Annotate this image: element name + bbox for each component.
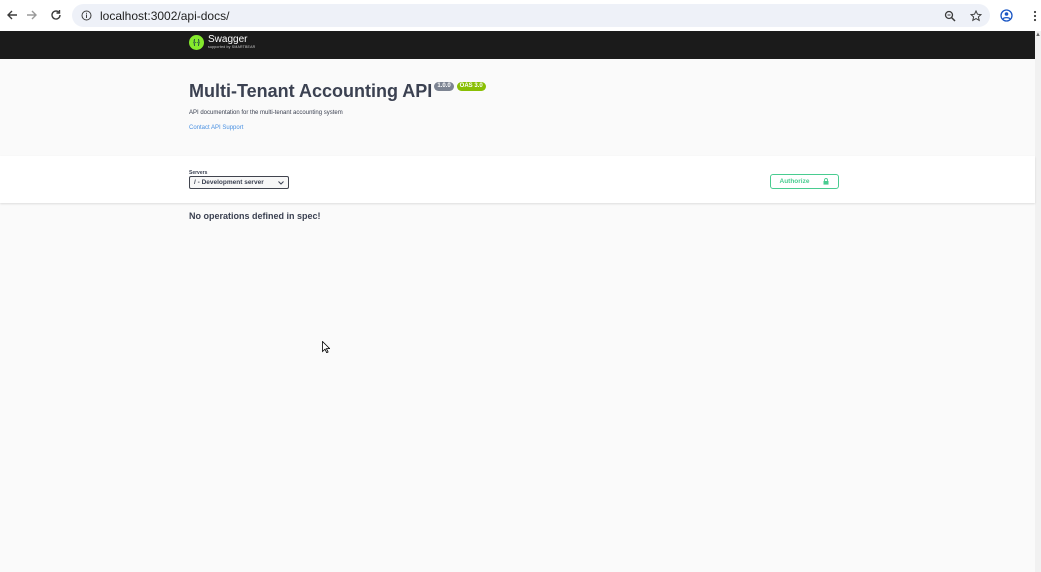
scroll-up-arrow[interactable]: ▲ <box>1035 32 1041 38</box>
reload-icon <box>51 10 61 20</box>
bookmark-button[interactable] <box>970 9 982 22</box>
info-icon <box>81 10 91 21</box>
browser-toolbar: localhost:3002/api-docs/ <box>0 0 1041 31</box>
authorize-button[interactable]: Authorize <box>770 174 839 189</box>
version-badge: 1.0.0 <box>434 82 454 91</box>
zoom-icon <box>944 10 956 22</box>
url-text: localhost:3002/api-docs/ <box>100 8 230 23</box>
servers-selected-value: / - Development server <box>194 179 264 186</box>
page-title: Multi-Tenant Accounting API <box>189 81 433 101</box>
lock-icon <box>823 178 829 185</box>
swagger-logo[interactable]: Swagger supported by SMARTBEAR <box>189 35 255 50</box>
api-info: Multi-Tenant Accounting API 1.0.0 OAS 3.… <box>189 78 889 131</box>
chevron-down-icon <box>278 180 284 185</box>
authorize-label: Authorize <box>779 178 810 185</box>
no-operations-message: No operations defined in spec! <box>189 211 321 221</box>
contact-link[interactable]: Contact API Support <box>189 125 889 131</box>
site-info-button[interactable] <box>72 10 100 21</box>
reload-button[interactable] <box>44 3 68 27</box>
arrow-left-icon <box>7 10 17 20</box>
oas-badge: OAS 3.0 <box>456 82 486 91</box>
servers-select[interactable]: / - Development server <box>189 176 289 189</box>
kebab-menu-icon <box>1033 10 1037 21</box>
forward-button[interactable] <box>20 3 44 27</box>
mouse-cursor-icon <box>322 341 330 353</box>
swagger-logo-name: Swagger <box>208 34 248 46</box>
swagger-topbar: Swagger supported by SMARTBEAR <box>0 31 1035 59</box>
browser-menu-button[interactable] <box>1033 10 1037 22</box>
address-bar[interactable]: localhost:3002/api-docs/ <box>72 4 990 27</box>
profile-button[interactable] <box>1000 9 1013 22</box>
swagger-logo-subtitle: supported by SMARTBEAR <box>208 45 256 50</box>
scheme-container: Servers / - Development server Authorize <box>0 156 1035 203</box>
swagger-logo-icon <box>189 35 204 50</box>
api-description: API documentation for the multi-tenant a… <box>189 110 343 116</box>
profile-icon <box>1000 9 1013 22</box>
zoom-button[interactable] <box>944 10 956 22</box>
star-icon <box>970 9 982 21</box>
page-scrollbar[interactable] <box>1035 31 1041 572</box>
arrow-right-icon <box>27 10 37 20</box>
